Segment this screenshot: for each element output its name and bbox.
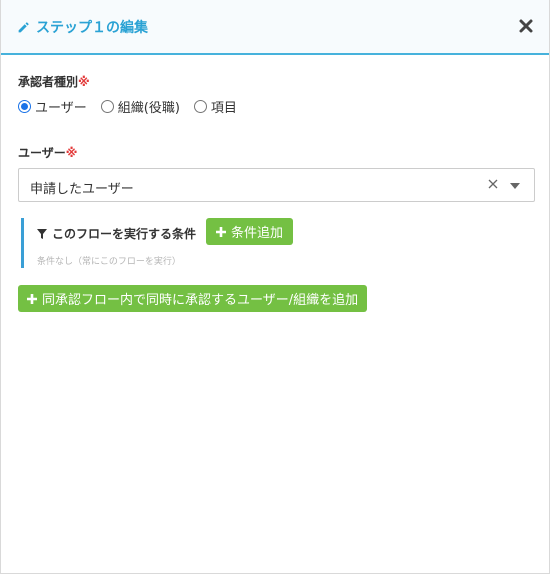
required-mark: ※ (78, 75, 90, 89)
condition-note: 条件なし（常にこのフローを実行） (37, 257, 181, 267)
radio-user[interactable] (18, 100, 31, 113)
add-simultaneous-approver-button[interactable]: 同承認フロー内で同時に承認するユーザー/組織を追加 (18, 285, 368, 312)
step-edit-panel: ステップ１の編集 承認者種別※ ユーザー 組織(役職) 項目 ユーザー※ 申請し… (0, 0, 550, 574)
approver-type-radio-group: ユーザー 組織(役職) 項目 (18, 97, 251, 116)
condition-title: このフローを実行する条件 (37, 225, 196, 242)
radio-option-item-label: 項目 (210, 101, 237, 116)
clear-icon[interactable] (488, 179, 498, 189)
add-condition-label: 条件追加 (231, 226, 284, 241)
panel-header: ステップ１の編集 (1, 0, 549, 55)
chevron-down-icon[interactable] (510, 183, 520, 189)
add-simultaneous-approver-label: 同承認フロー内で同時に承認するユーザー/組織を追加 (42, 293, 359, 308)
radio-option-item[interactable]: 項目 (193, 97, 237, 116)
required-mark: ※ (65, 146, 78, 160)
user-select[interactable]: 申請したユーザー (18, 168, 535, 202)
condition-title-text: このフローを実行する条件 (52, 227, 197, 241)
add-condition-button[interactable]: 条件追加 (206, 218, 294, 245)
panel-title-text: ステップ１の編集 (36, 20, 148, 36)
user-label-text: ユーザー (18, 146, 66, 160)
radio-option-organization-label: 組織(役職) (117, 101, 180, 116)
approver-type-label: 承認者種別※ (18, 73, 90, 90)
user-label: ユーザー※ (18, 144, 77, 161)
radio-option-organization[interactable]: 組織(役職) (100, 97, 180, 116)
radio-organization[interactable] (100, 100, 114, 113)
radio-item[interactable] (193, 100, 207, 113)
radio-option-user-label: ユーザー (35, 101, 87, 116)
plus-icon (27, 293, 37, 304)
filter-icon (37, 228, 47, 239)
pencil-icon (17, 21, 30, 34)
radio-option-user[interactable]: ユーザー (18, 97, 87, 116)
user-select-value: 申請したユーザー (30, 182, 134, 197)
plus-icon (216, 226, 226, 237)
panel-title: ステップ１の編集 (17, 17, 148, 37)
condition-section: このフローを実行する条件 条件追加 条件なし（常にこのフローを実行） (21, 218, 321, 268)
approver-type-label-text: 承認者種別 (18, 75, 79, 89)
close-icon[interactable] (517, 17, 535, 35)
